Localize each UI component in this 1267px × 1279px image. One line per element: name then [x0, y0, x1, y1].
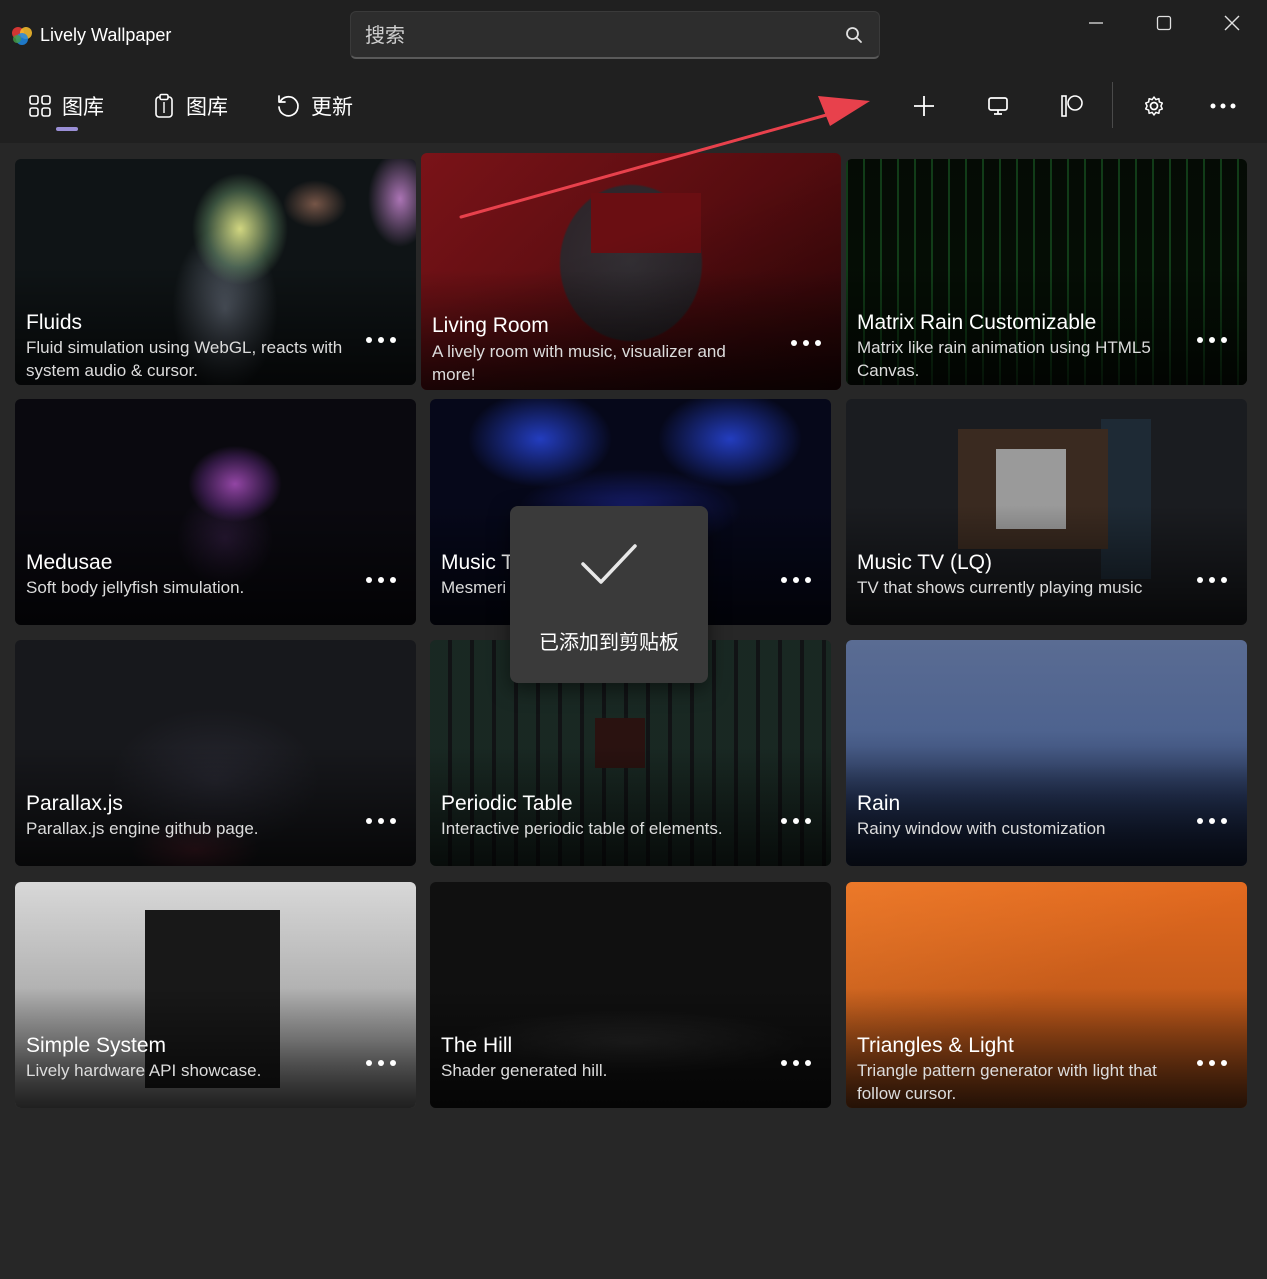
wallpaper-title: Periodic Table: [441, 792, 573, 815]
card-shade: [846, 746, 1247, 866]
lively-logo-icon: [12, 27, 32, 45]
card-more-button[interactable]: [1197, 1053, 1227, 1073]
search-input[interactable]: [365, 20, 825, 50]
toast-message: 已添加到剪贴板: [539, 630, 679, 654]
search-box[interactable]: [350, 11, 880, 59]
card-more-button[interactable]: [366, 330, 396, 350]
card-more-button[interactable]: [1197, 811, 1227, 831]
card-more-button[interactable]: [1197, 330, 1227, 350]
nav-gallery-label: 图库: [186, 95, 228, 119]
wallpaper-title: Living Room: [432, 314, 549, 337]
card-more-button[interactable]: [781, 1053, 811, 1073]
add-wallpaper-button[interactable]: [902, 84, 946, 128]
more-options-button[interactable]: [1201, 84, 1245, 128]
wallpaper-description: TV that shows currently playing music: [857, 578, 1143, 597]
card-more-button[interactable]: [791, 333, 821, 353]
screen-layout-button[interactable]: [976, 84, 1020, 128]
wallpaper-title: Medusae: [26, 551, 113, 574]
settings-button[interactable]: [1132, 84, 1176, 128]
wallpaper-description: Lively hardware API showcase.: [26, 1061, 262, 1080]
refresh-icon: [278, 95, 299, 117]
maximize-button[interactable]: [1130, 0, 1198, 46]
nav-selected-indicator: [56, 127, 78, 131]
wallpaper-description: Matrix like rain animation using HTML5 C…: [857, 338, 1151, 380]
card-more-button[interactable]: [1197, 570, 1227, 590]
wallpaper-description: Triangle pattern generator with light th…: [857, 1061, 1157, 1103]
wallpaper-description: Soft body jellyfish simulation.: [26, 578, 245, 597]
wallpaper-card-living-room[interactable]: Living Room A lively room with music, vi…: [421, 153, 841, 390]
wallpaper-card-parallax[interactable]: Parallax.js Parallax.js engine github pa…: [15, 640, 416, 866]
checkmark-icon: [581, 544, 637, 584]
card-more-button[interactable]: [781, 811, 811, 831]
add-icon: [914, 96, 934, 116]
wallpaper-title: Music TV (LQ): [857, 551, 992, 574]
nav-library[interactable]: 图库: [28, 88, 104, 124]
clipboard-toast: 已添加到剪贴板: [510, 506, 708, 683]
patreon-button[interactable]: [1050, 84, 1094, 128]
wallpaper-description: Interactive periodic table of elements.: [441, 819, 723, 838]
wallpaper-description: Fluid simulation using WebGL, reacts wit…: [26, 338, 343, 380]
wallpaper-title: Simple System: [26, 1034, 167, 1057]
minimize-button[interactable]: [1062, 0, 1130, 46]
minimize-icon: [1089, 22, 1103, 24]
maximize-icon: [1156, 15, 1172, 31]
nav-gallery[interactable]: 图库: [152, 88, 228, 124]
wallpaper-card-simple-system[interactable]: Simple System Lively hardware API showca…: [15, 882, 416, 1108]
card-more-button[interactable]: [366, 1053, 396, 1073]
close-button[interactable]: [1198, 0, 1266, 46]
patreon-icon: [1061, 95, 1083, 117]
grid-icon: [29, 95, 51, 117]
wallpaper-card-the-hill[interactable]: The Hill Shader generated hill.: [430, 882, 831, 1108]
wallpaper-title: Music T: [441, 551, 515, 574]
wallpaper-card-rain[interactable]: Rain Rainy window with customization: [846, 640, 1247, 866]
wallpaper-card-medusae[interactable]: Medusae Soft body jellyfish simulation.: [15, 399, 416, 625]
wallpaper-description: Rainy window with customization: [857, 819, 1106, 838]
wallpaper-title: Parallax.js: [26, 792, 123, 815]
wallpaper-card-matrix-rain[interactable]: Matrix Rain Customizable Matrix like rai…: [846, 159, 1247, 385]
search-icon[interactable]: [845, 26, 863, 44]
wallpaper-card-music-tv[interactable]: Music TV (LQ) TV that shows currently pl…: [846, 399, 1247, 625]
wallpaper-title: Fluids: [26, 311, 83, 334]
wallpaper-card-fluids[interactable]: Fluids Fluid simulation using WebGL, rea…: [15, 159, 416, 385]
wallpaper-title: Rain: [857, 792, 901, 815]
gear-icon: [1144, 96, 1164, 116]
wallpaper-description: Parallax.js engine github page.: [26, 819, 259, 838]
app-title: Lively Wallpaper: [40, 25, 172, 45]
wallpaper-title: Triangles & Light: [857, 1034, 1014, 1057]
card-more-button[interactable]: [366, 811, 396, 831]
nav-update-label: 更新: [311, 95, 353, 119]
card-more-button[interactable]: [366, 570, 396, 590]
toolbar-separator: [1112, 82, 1113, 128]
nav-library-label: 图库: [62, 95, 104, 119]
monitor-icon: [988, 97, 1008, 115]
more-icon: [1210, 103, 1236, 109]
card-more-button[interactable]: [781, 570, 811, 590]
close-icon: [1224, 15, 1240, 31]
clipboard-icon: [155, 93, 173, 118]
nav-update[interactable]: 更新: [275, 88, 353, 124]
wallpaper-description: A lively room with music, visualizer and…: [432, 342, 726, 384]
wallpaper-description: Shader generated hill.: [441, 1061, 608, 1080]
wallpaper-title: The Hill: [441, 1034, 513, 1057]
title-bar: Lively Wallpaper: [0, 0, 1267, 70]
wallpaper-title: Matrix Rain Customizable: [857, 311, 1097, 334]
wallpaper-card-triangles-light[interactable]: Triangles & Light Triangle pattern gener…: [846, 882, 1247, 1108]
